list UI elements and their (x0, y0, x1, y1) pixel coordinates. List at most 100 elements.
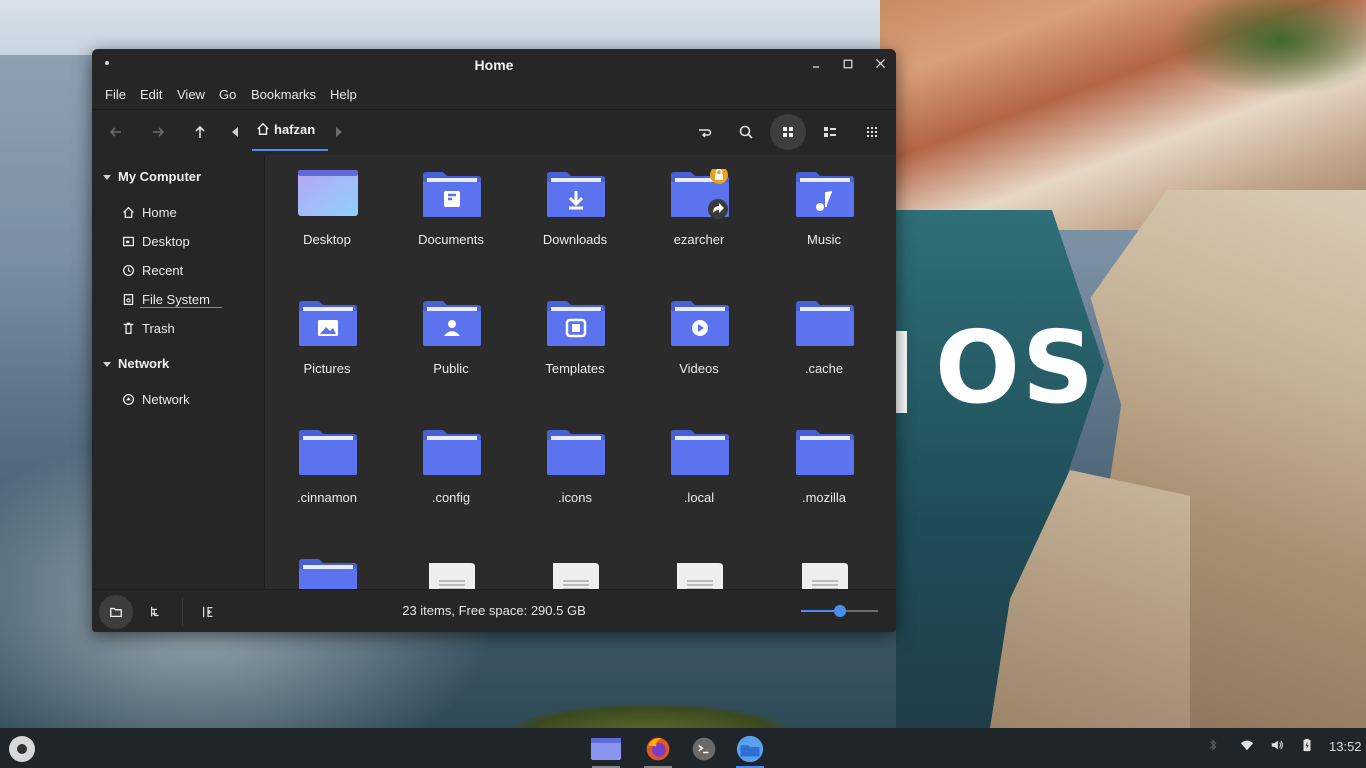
volume-icon (1271, 740, 1283, 750)
file-item-label: Documents (418, 232, 484, 247)
file-item-label: .local (683, 490, 715, 505)
sidebar-section-network[interactable]: Network (102, 356, 169, 371)
menu-bookmarks[interactable]: Bookmarks (251, 87, 316, 102)
breadcrumb-left-button[interactable] (225, 118, 245, 146)
close-button[interactable] (869, 55, 891, 75)
firefox-icon (646, 737, 670, 761)
start-menu-button[interactable] (9, 736, 35, 762)
toggle-location-button[interactable] (689, 118, 719, 146)
breadcrumb-right-button[interactable] (329, 118, 349, 146)
sidebar-item-network[interactable]: Network (122, 392, 190, 407)
minimize-button[interactable] (805, 55, 827, 75)
compact-view-icon (867, 127, 877, 137)
status-text: 23 items, Free space: 290.5 GB (402, 603, 586, 618)
folder-icon (421, 169, 483, 219)
back-arrow-icon (109, 127, 121, 137)
file-item-label: Public (433, 361, 469, 376)
home-icon (257, 122, 269, 135)
sidebar-section-title: My Computer (118, 169, 202, 184)
wifi-button[interactable] (1240, 738, 1254, 755)
battery-button[interactable] (1300, 738, 1314, 755)
zoom-slider-handle[interactable] (833, 605, 846, 617)
file-item[interactable]: Pictures (265, 284, 389, 404)
taskbar-app-terminal[interactable] (684, 730, 724, 768)
file-item-label: Pictures (303, 361, 351, 376)
close-icon (875, 58, 885, 69)
file-item[interactable] (762, 542, 886, 589)
folder-icon (297, 556, 359, 589)
breadcrumb-label: hafzan (274, 122, 316, 137)
title-bar[interactable]: Home (92, 49, 896, 81)
file-item-label: Templates (545, 361, 605, 376)
file-item[interactable] (637, 542, 761, 589)
icon-view-button[interactable] (770, 114, 806, 150)
file-item[interactable]: ezarcher (637, 155, 761, 275)
sidebar-item-label: Recent (142, 263, 184, 278)
list-view-icon (824, 127, 836, 137)
menu-go[interactable]: Go (219, 87, 236, 102)
file-item[interactable]: .config (389, 413, 513, 533)
sidebar-item-label: Trash (142, 321, 175, 336)
sidebar-item-home[interactable]: Home (122, 205, 177, 220)
sidebar-section-my-computer[interactable]: My Computer (102, 169, 201, 184)
compact-view-button[interactable] (857, 118, 887, 146)
sidebar-item-desktop[interactable]: Desktop (122, 234, 190, 249)
file-item[interactable]: Videos (637, 284, 761, 404)
file-item[interactable]: Documents (389, 155, 513, 275)
menu-file[interactable]: File (105, 87, 126, 102)
menu-bar: File Edit View Go Bookmarks Help (92, 81, 896, 110)
sidebar-item-recent[interactable]: Recent (122, 263, 183, 278)
bluetooth-icon (1209, 739, 1217, 751)
zoom-slider[interactable] (801, 605, 878, 617)
file-item[interactable]: .local (637, 413, 761, 533)
file-item[interactable] (265, 542, 389, 589)
breadcrumb[interactable]: hafzan (256, 122, 315, 152)
sidebar-item-label: File System (142, 292, 210, 307)
back-button[interactable] (101, 118, 131, 146)
file-item-label: .mozilla (801, 490, 847, 505)
maximize-button[interactable] (837, 55, 859, 75)
file-item-label: .config (431, 490, 471, 505)
file-item[interactable]: Music (762, 155, 886, 275)
file-item[interactable]: Public (389, 284, 513, 404)
taskbar-app-files[interactable] (586, 730, 626, 768)
menu-view[interactable]: View (177, 87, 205, 102)
chevron-down-icon (103, 174, 111, 180)
volume-button[interactable] (1270, 738, 1284, 755)
menu-edit[interactable]: Edit (140, 87, 162, 102)
menu-help[interactable]: Help (330, 87, 357, 102)
file-item[interactable]: .cinnamon (265, 413, 389, 533)
file-item[interactable]: Templates (513, 284, 637, 404)
file-item-label: .icons (558, 490, 592, 505)
sidebar-item-label: Desktop (142, 234, 190, 249)
clock[interactable]: 13:52 (1329, 739, 1362, 754)
file-item[interactable]: Desktop (265, 155, 389, 275)
file-view: Desktop Documents Downloads ezarcher Music Pi… (265, 155, 896, 589)
search-button[interactable] (731, 118, 761, 146)
sidebar-item-file-system[interactable]: File System (122, 292, 210, 307)
maximize-icon (843, 59, 853, 69)
wifi-icon (1240, 740, 1254, 751)
taskbar-app-firefox[interactable] (638, 730, 678, 768)
forward-button[interactable] (143, 118, 173, 146)
network-icon (122, 393, 135, 406)
file-item[interactable] (389, 542, 513, 589)
file-item[interactable]: Downloads (513, 155, 637, 275)
file-item[interactable]: .cache (762, 284, 886, 404)
icon-view-icon (783, 127, 793, 137)
up-button[interactable] (185, 118, 215, 146)
file-item[interactable]: .mozilla (762, 413, 886, 533)
trash-icon (123, 322, 134, 335)
taskbar-app-file-manager[interactable] (730, 730, 770, 768)
folder-icon (297, 427, 359, 477)
file-item[interactable] (513, 542, 637, 589)
file-item[interactable]: .icons (513, 413, 637, 533)
sidebar-item-trash[interactable]: Trash (122, 321, 175, 336)
bluetooth-button[interactable] (1206, 738, 1220, 755)
sidebar-section-title: Network (118, 356, 170, 371)
taskbar: 13:52 (0, 728, 1366, 768)
list-view-button[interactable] (815, 118, 845, 146)
home-icon (123, 206, 134, 219)
wallpaper-plants (460, 672, 840, 728)
text-file-icon (794, 561, 856, 589)
